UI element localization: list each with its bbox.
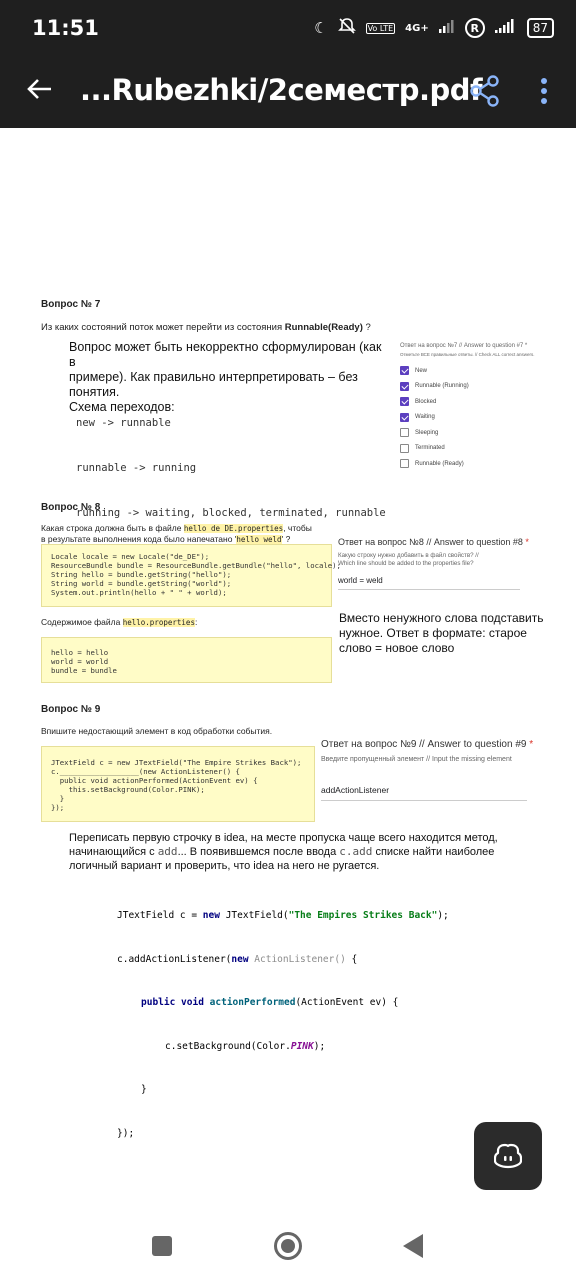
q9-note-line: начинающийся с add... В появившемся посл… (69, 845, 495, 858)
status-time: 11:51 (32, 16, 99, 40)
required-star: * (525, 537, 529, 547)
option-label: New (415, 367, 428, 374)
code-line: JTextField c = new JTextField("The Empir… (117, 910, 449, 921)
code-line: c.addActionListener(new ActionListener()… (117, 953, 358, 965)
q8-form-hint: Какую строку нужно добавить в файл свойс… (338, 552, 479, 559)
document-title: ...Rubezhki/2семестр.pdf (80, 73, 483, 107)
option-checkbox[interactable]: Runnable (Ready) (400, 456, 535, 472)
option-checkbox[interactable]: New (400, 363, 535, 379)
back-arrow-icon[interactable] (24, 74, 54, 110)
q8-code-block: Locale locale = new Locale("de_DE"); Res… (41, 544, 341, 607)
app-bar: ...Rubezhki/2семестр.pdf (0, 58, 576, 128)
q9-form: Ответ на вопрос №9 // Answer to question… (321, 739, 573, 801)
option-label: Terminated (415, 445, 445, 452)
q7-form-hint: Отметьте ВСЕ правильные ответы. // Check… (400, 352, 535, 357)
q9-note-line: Переписать первую строчку в idea, на мес… (69, 832, 498, 844)
q8-note-line: Вместо ненужного слова подставить (339, 611, 544, 625)
q8-question: Какая строка должна быть в файле hello d… (41, 523, 312, 544)
code-line: c.setBackground(Color.PINK); (165, 1040, 326, 1052)
option-label: Blocked (415, 398, 437, 405)
option-label: Runnable (Running) (415, 383, 469, 390)
moon-icon: ☾ (314, 19, 328, 37)
network-label: 4G+ (405, 22, 429, 34)
copilot-icon (494, 1143, 522, 1169)
q9-form-title: Ответ на вопрос №9 // Answer to question… (321, 739, 527, 750)
signal-icon-2 (494, 19, 517, 37)
transition-line: new -> runnable (76, 417, 171, 429)
checkbox-empty-icon (400, 459, 409, 469)
status-icons: ☾ Vo LTE 4G+ R 87 (314, 17, 554, 39)
share-icon[interactable] (468, 74, 502, 108)
option-checkbox[interactable]: Sleeping (400, 425, 535, 441)
q7-form: Ответ на вопрос №7 // Answer to question… (400, 342, 535, 472)
q8-note-line: слово = новое слово (339, 641, 455, 655)
q9-code-block: JTextField c = new JTextField("The Empir… (41, 746, 315, 822)
option-checkbox[interactable]: Waiting (400, 410, 535, 426)
q8-form-title: Ответ на вопрос №8 // Answer to question… (338, 537, 523, 547)
q7-options: New Runnable (Running) Blocked Waiting S… (400, 363, 535, 472)
q8-file-block: hello = hello world = world bundle = bun… (41, 637, 332, 683)
pdf-page[interactable]: Вопрос № 7 Из каких состояний поток може… (0, 128, 576, 1208)
option-checkbox[interactable]: Runnable (Running) (400, 379, 535, 395)
required-star: * (529, 739, 534, 750)
q8-form-hint: Which line should be added to the proper… (338, 560, 474, 567)
code-line: }); (117, 1127, 135, 1139)
code-line: } (141, 1084, 147, 1095)
option-checkbox[interactable]: Terminated (400, 441, 535, 457)
battery-icon: 87 (526, 18, 554, 38)
q8-heading: Вопрос № 8 (41, 502, 101, 513)
q9-heading: Вопрос № 9 (41, 704, 101, 715)
q9-note-line: логичный вариант и проверить, что idea н… (69, 860, 380, 872)
q8-file-content: hello = hello world = world bundle = bun… (51, 648, 117, 675)
checkbox-empty-icon (400, 443, 409, 453)
back-triangle-icon[interactable] (403, 1234, 423, 1263)
q8-form: Ответ на вопрос №8 // Answer to question… (338, 537, 570, 590)
q9-code: JTextField c = new JTextField("The Empir… (51, 758, 302, 812)
q7-question: Из каких состояний поток может перейти и… (41, 322, 371, 333)
q9-question: Впишите недостающий элемент в код обрабо… (41, 726, 273, 736)
volte-badge: Vo LTE (365, 22, 396, 34)
q8-file-label: Содержимое файла hello.properties: (41, 617, 198, 627)
q8-note: Вместо ненужного слова подставить нужное… (339, 611, 544, 656)
home-circle-icon[interactable] (274, 1232, 302, 1260)
notifications-off-icon (337, 17, 356, 39)
q8-code: Locale locale = new Locale("de_DE"); Res… (51, 552, 341, 597)
checkbox-checked-icon (400, 381, 409, 391)
q9-note: Переписать первую строчку в idea, на мес… (69, 831, 498, 873)
q8-answer-field[interactable]: world = weld (338, 576, 520, 590)
transition-line: runnable -> running (76, 462, 197, 474)
q9-answer-field[interactable]: addActionListener (321, 785, 527, 801)
option-label: Sleeping (415, 429, 439, 436)
q9-form-hint: Введите пропущенный элемент // Input the… (321, 756, 512, 763)
q7-form-title: Ответ на вопрос №7 // Answer to question… (400, 343, 528, 349)
checkbox-checked-icon (400, 412, 409, 422)
option-label: Runnable (Ready) (415, 460, 464, 467)
checkbox-checked-icon (400, 366, 409, 376)
transition-line: running -> waiting, blocked, terminated,… (76, 507, 386, 519)
checkbox-checked-icon (400, 397, 409, 407)
recents-square-icon[interactable] (152, 1236, 172, 1256)
copilot-button[interactable] (474, 1122, 542, 1190)
q7-heading: Вопрос № 7 (41, 299, 101, 310)
signal-icon (438, 19, 455, 37)
q8-note-line: нужное. Ответ в формате: старое (339, 626, 527, 640)
option-checkbox[interactable]: Blocked (400, 394, 535, 410)
navigation-bar (0, 1208, 576, 1280)
more-vert-icon[interactable] (532, 74, 556, 108)
status-bar: 11:51 ☾ Vo LTE 4G+ R 87 (0, 0, 576, 58)
q7-note-line: Вопрос может быть некорректно сформулиро… (69, 340, 382, 369)
q9-idea-code: JTextField c = new JTextField("The Empir… (117, 880, 449, 1170)
code-line: public void actionPerformed(ActionEvent … (141, 997, 399, 1008)
option-label: Waiting (415, 414, 435, 421)
registered-icon: R (464, 18, 485, 38)
checkbox-empty-icon (400, 428, 409, 438)
